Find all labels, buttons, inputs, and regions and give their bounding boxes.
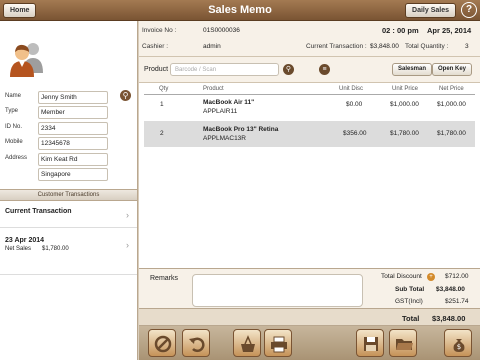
help-icon[interactable]: ? — [461, 2, 477, 18]
column-header-unit-disc: Unit Disc — [339, 86, 364, 92]
row-net-price: $1,000.00 — [437, 101, 466, 108]
cashier-label: Cashier : — [142, 43, 169, 50]
clear-cart-icon[interactable] — [233, 329, 261, 357]
undo-icon[interactable] — [182, 329, 210, 357]
total-value: $3,848.00 — [432, 314, 466, 323]
svg-text:$: $ — [457, 343, 461, 351]
product-search-input[interactable]: Barcode / Scan — [170, 63, 279, 76]
customer-avatar-icon — [10, 43, 43, 77]
current-date: Apr 25, 2014 — [427, 26, 472, 35]
subtotal-value: $3,848.00 — [436, 286, 465, 293]
customer-id-label: ID No. — [5, 124, 23, 130]
customer-mobile-row: Mobile 12345678 — [5, 137, 135, 150]
chevron-right-icon: › — [126, 210, 129, 220]
customer-id-field[interactable]: 2334 — [38, 122, 108, 135]
customer-name-label: Name — [5, 93, 22, 99]
table-row[interactable]: 2 MacBook Pro 13" Retina APPLMAC13R $356… — [144, 121, 475, 147]
row-qty: 2 — [160, 130, 164, 137]
current-transaction-item[interactable]: Current Transaction › — [0, 202, 137, 228]
cancel-icon[interactable] — [148, 329, 176, 357]
row-product-code: APPLAIR11 — [203, 108, 238, 115]
folder-icon[interactable] — [389, 329, 417, 357]
current-transaction-info-value: $3,848.00 — [370, 43, 399, 50]
total-quantity-label: Total Quantity : — [405, 43, 449, 50]
invoice-info: Invoice No : 01S0000036 02 : 00 pm Apr 2… — [139, 21, 480, 57]
daily-sales-button[interactable]: Daily Sales — [405, 3, 456, 18]
discount-add-icon[interactable]: + — [427, 273, 435, 281]
transaction-net-value: $1,780.00 — [42, 246, 69, 252]
customer-type-field[interactable]: Member — [38, 106, 108, 119]
save-icon[interactable] — [356, 329, 384, 357]
table-row[interactable]: 1 MacBook Air 11" APPLAIR11 $0.00 $1,000… — [144, 95, 475, 121]
invoice-number: 01S0000036 — [203, 27, 240, 34]
salesman-button[interactable]: Salesman — [392, 63, 433, 76]
customer-address-row: Address Kim Keat Rd — [5, 153, 135, 166]
column-header-qty: Qty — [159, 86, 169, 92]
row-unit-price: $1,780.00 — [390, 130, 419, 137]
gst-value: $251.74 — [445, 298, 469, 305]
customer-type-row: Type Member — [5, 106, 135, 119]
remarks-label: Remarks — [150, 275, 179, 282]
column-header-unit-price: Unit Price — [392, 86, 419, 92]
payment-icon[interactable]: $ — [444, 329, 472, 357]
open-key-button[interactable]: Open Key — [432, 63, 473, 76]
customer-address-label: Address — [5, 155, 28, 161]
product-label: Product — [144, 66, 169, 73]
total-quantity-value: 3 — [465, 43, 469, 50]
customer-id-row: ID No. 2334 — [5, 122, 135, 135]
search-icon[interactable]: ⚲ — [283, 64, 294, 75]
current-time: 02 : 00 pm — [382, 26, 419, 35]
product-search-bar: Product Barcode / Scan ⚲ ≡ Salesman Open… — [139, 57, 480, 83]
customer-name-field[interactable]: Jenny Smith — [38, 91, 108, 104]
items-table: Qty Product Unit Disc Unit Price Net Pri… — [139, 83, 480, 268]
row-qty: 1 — [160, 101, 164, 108]
row-product-name: MacBook Air 11" — [203, 99, 255, 106]
transaction-list-item[interactable]: 23 Apr 2014 Net Sales $1,780.00 › — [0, 228, 137, 275]
row-unit-price: $1,000.00 — [390, 101, 419, 108]
remarks-field[interactable] — [192, 274, 363, 307]
transaction-net-label: Net Sales — [5, 246, 32, 252]
customer-mobile-field[interactable]: 12345678 — [38, 137, 108, 150]
customer-address2-row: Singapore — [5, 168, 135, 181]
cashier-name: admin — [203, 43, 221, 50]
current-transaction-info-label: Current Transaction : — [306, 43, 367, 50]
current-transaction-label: Current Transaction — [5, 208, 72, 215]
row-unit-disc: $0.00 — [346, 101, 363, 108]
column-header-product: Product — [203, 86, 224, 92]
total-bar: Total $3,848.00 — [139, 308, 480, 326]
customer-transactions-header: Customer Transactions — [0, 189, 137, 201]
total-discount-label: Total Discount — [381, 273, 422, 280]
customer-address2-field[interactable]: Singapore — [38, 168, 108, 181]
row-product-name: MacBook Pro 13" Retina — [203, 126, 279, 133]
customer-name-row: Name Jenny Smith — [5, 91, 135, 104]
customer-panel: ⚲ Name Jenny Smith Type Member ID No. 23… — [0, 21, 138, 360]
transaction-date: 23 Apr 2014 — [5, 237, 45, 244]
print-icon[interactable] — [264, 329, 292, 357]
row-product-code: APPLMAC13R — [203, 135, 246, 142]
list-icon[interactable]: ≡ — [319, 64, 330, 75]
total-label: Total — [402, 314, 420, 323]
customer-type-label: Type — [5, 108, 19, 114]
subtotal-label: Sub Total — [395, 286, 425, 293]
gst-label: GST(Incl) — [395, 298, 423, 305]
column-header-net-price: Net Price — [439, 86, 464, 92]
chevron-right-icon: › — [126, 240, 129, 250]
title-bar: Home Sales Memo Daily Sales ? — [0, 0, 480, 21]
row-unit-disc: $356.00 — [343, 130, 367, 137]
action-toolbar: $ — [139, 326, 480, 360]
row-net-price: $1,780.00 — [437, 130, 466, 137]
total-discount-value: $712.00 — [445, 273, 469, 280]
customer-mobile-label: Mobile — [5, 139, 23, 145]
customer-address-field[interactable]: Kim Keat Rd — [38, 153, 108, 166]
invoice-label: Invoice No : — [142, 27, 177, 34]
